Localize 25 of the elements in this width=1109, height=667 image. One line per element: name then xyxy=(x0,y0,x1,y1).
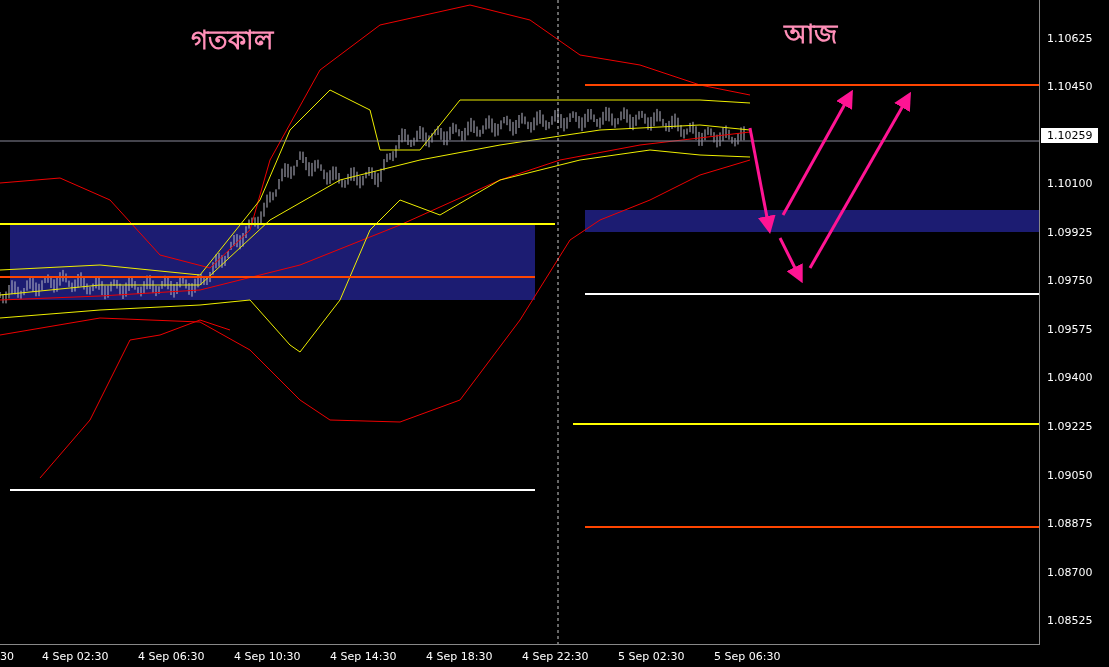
time-label: 4 Sep 02:30 xyxy=(42,649,110,663)
price-label: 1.08700 xyxy=(1046,564,1094,581)
time-label: 4 Sep 14:30 xyxy=(330,649,398,663)
chart-annotation: গতকাল xyxy=(191,24,273,57)
time-label: 5 Sep 02:30 xyxy=(618,649,686,663)
price-label: 1.09225 xyxy=(1046,419,1094,435)
price-label: 1.09400 xyxy=(1046,370,1094,387)
time-label: 4 Sep 10:30 xyxy=(234,649,302,663)
price-label: 1.10100 xyxy=(1046,176,1094,193)
price-label: 1.09575 xyxy=(1046,321,1094,338)
price-label: 1.10625 xyxy=(1046,30,1094,47)
price-label: 1.10450 xyxy=(1046,79,1094,96)
price-label: 1.09750 xyxy=(1046,273,1094,290)
time-label: 5 Sep 06:30 xyxy=(714,649,782,663)
price-label: 1.08525 xyxy=(1046,613,1094,630)
time-label: 4 Sep 06:30 xyxy=(138,649,206,663)
price-label: 1.09925 xyxy=(1046,224,1094,241)
time-label: 30 xyxy=(0,649,15,663)
price-label: 1.09050 xyxy=(1046,467,1094,484)
chart-annotation: আজ xyxy=(783,18,837,51)
time-label: 4 Sep 18:30 xyxy=(426,649,494,663)
time-label: 4 Sep 22:30 xyxy=(522,649,590,663)
price-label: 1.08875 xyxy=(1046,516,1094,533)
current-price-tag: 1.10259 xyxy=(1041,127,1098,143)
arrow xyxy=(778,237,803,284)
